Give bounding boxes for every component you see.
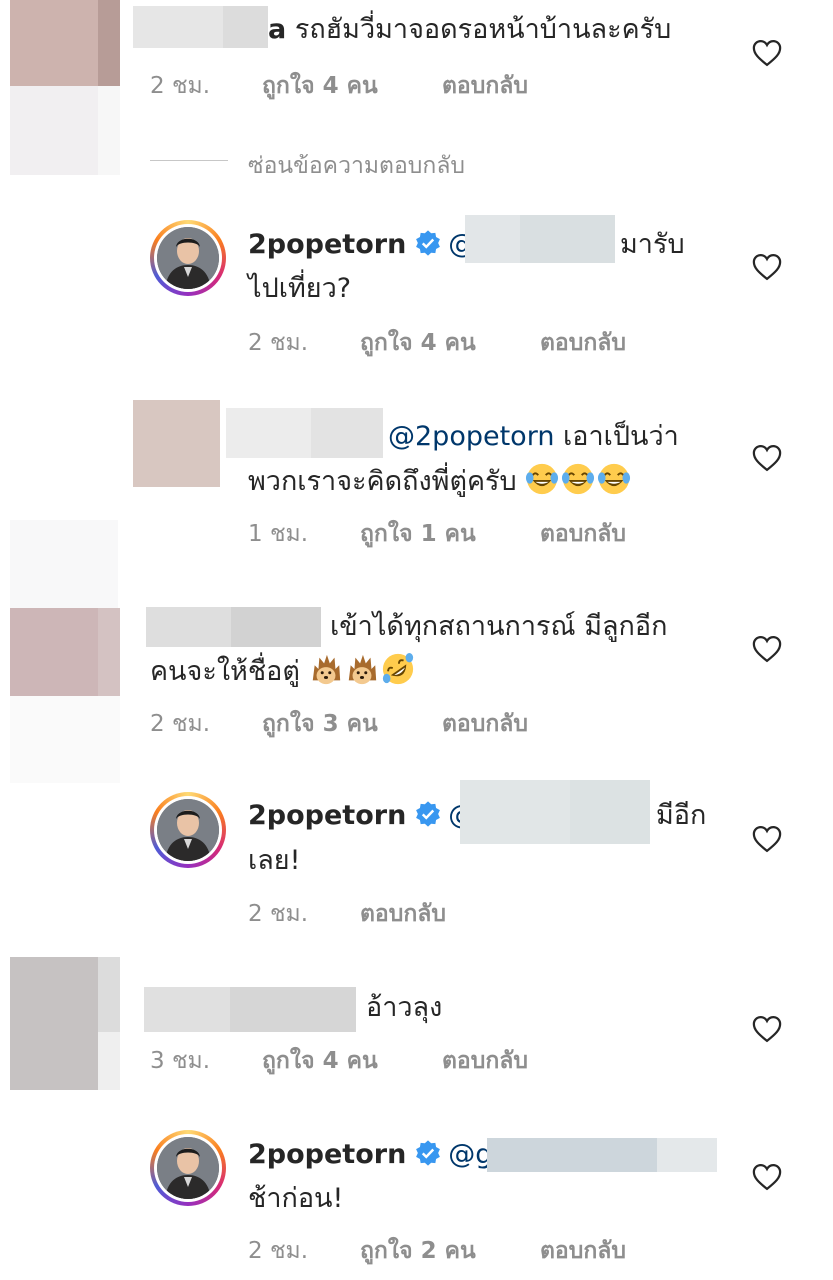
avatar[interactable] xyxy=(10,957,120,1090)
mention-redacted xyxy=(465,215,615,263)
username-redacted[interactable] xyxy=(226,408,383,458)
avatar[interactable] xyxy=(150,220,226,296)
comment-time[interactable]: 2 ชม. xyxy=(248,1233,308,1269)
username-redacted[interactable] xyxy=(133,6,268,48)
comment-time[interactable]: 2 ชม. xyxy=(150,706,210,742)
comment-text: รถฮัมวี่มาจอดรอหน้าบ้านละครับ xyxy=(294,14,672,45)
avatar[interactable] xyxy=(150,792,226,868)
comment-text-line2: คนจะให้ชื่อตู่ xyxy=(150,656,300,687)
avatar[interactable] xyxy=(150,1130,226,1206)
avatar[interactable] xyxy=(133,400,220,487)
comment-time[interactable]: 1 ชม. xyxy=(248,516,308,552)
verified-badge-icon xyxy=(416,1140,441,1166)
comment-time[interactable]: 2 ชม. xyxy=(248,325,308,361)
comment-text-line1: มารับ xyxy=(620,229,685,260)
mention-link[interactable]: @g xyxy=(448,1139,492,1170)
avatar[interactable] xyxy=(10,0,120,175)
background-artifact xyxy=(10,520,118,610)
username-redacted[interactable] xyxy=(144,987,356,1032)
reply-button[interactable]: ตอบกลับ xyxy=(540,521,626,547)
face-with-tears-of-joy-icon xyxy=(526,463,559,495)
comment-time[interactable]: 3 ชม. xyxy=(150,1043,210,1079)
reply-button[interactable]: ตอบกลับ xyxy=(442,1048,528,1074)
replies-divider xyxy=(150,160,228,161)
likes-count[interactable]: ถูกใจ 4 คน xyxy=(262,1048,378,1074)
comment-text-line1: มีอีก xyxy=(656,800,707,831)
comment-text-line1: เข้าได้ทุกสถานการณ์ มีลูกอีก xyxy=(330,611,668,642)
reply-button[interactable]: ตอบกลับ xyxy=(540,330,626,356)
hedgehog-icon xyxy=(348,654,376,685)
comment-text-line2: เลย! xyxy=(248,845,301,876)
reply-button[interactable]: ตอบกลับ xyxy=(540,1238,626,1264)
comment-text-line1: เอาเป็นว่า xyxy=(563,421,679,452)
comment-text-line2: ไปเที่ยว? xyxy=(248,273,352,304)
hide-replies-button[interactable]: ซ่อนข้อความตอบกลับ xyxy=(248,148,465,184)
heart-icon[interactable] xyxy=(752,825,782,853)
heart-icon[interactable] xyxy=(752,39,782,67)
username[interactable]: 2popetorn xyxy=(248,800,406,831)
likes-count[interactable]: ถูกใจ 4 คน xyxy=(360,330,476,356)
heart-icon[interactable] xyxy=(752,253,782,281)
username-redacted[interactable] xyxy=(146,607,321,647)
mention-redacted xyxy=(487,1138,717,1172)
reply-button[interactable]: ตอบกลับ xyxy=(442,711,528,737)
mention-redacted xyxy=(460,780,650,844)
avatar[interactable] xyxy=(10,608,120,783)
username-tail[interactable]: a xyxy=(268,14,286,45)
rolling-on-floor-laughing-icon xyxy=(382,652,413,685)
comment-text-line2: พวกเราจะคิดถึงพี่ตู่ครับ xyxy=(248,466,517,497)
face-with-tears-of-joy-icon xyxy=(562,463,595,495)
likes-count[interactable]: ถูกใจ 2 คน xyxy=(360,1238,476,1264)
face-with-tears-of-joy-icon xyxy=(598,463,631,495)
comment-text-line2: ช้าก่อน! xyxy=(248,1183,344,1214)
hedgehog-icon xyxy=(312,654,340,685)
verified-badge-icon xyxy=(416,801,441,827)
likes-count[interactable]: ถูกใจ 1 คน xyxy=(360,521,476,547)
heart-icon[interactable] xyxy=(752,1163,782,1191)
likes-count[interactable]: ถูกใจ 3 คน xyxy=(262,711,378,737)
mention-link[interactable]: @2popetorn xyxy=(388,421,554,452)
heart-icon[interactable] xyxy=(752,444,782,472)
verified-badge-icon xyxy=(416,230,441,256)
reply-button[interactable]: ตอบกลับ xyxy=(442,73,528,99)
comment-time[interactable]: 2 ชม. xyxy=(150,73,210,99)
username[interactable]: 2popetorn xyxy=(248,229,406,260)
heart-icon[interactable] xyxy=(752,635,782,663)
comment-text: อ้าวลุง xyxy=(366,992,443,1023)
reply-button[interactable]: ตอบกลับ xyxy=(360,901,446,927)
heart-icon[interactable] xyxy=(752,1015,782,1043)
comment-time[interactable]: 2 ชม. xyxy=(248,896,308,932)
username[interactable]: 2popetorn xyxy=(248,1139,406,1170)
likes-count[interactable]: ถูกใจ 4 คน xyxy=(262,73,378,99)
